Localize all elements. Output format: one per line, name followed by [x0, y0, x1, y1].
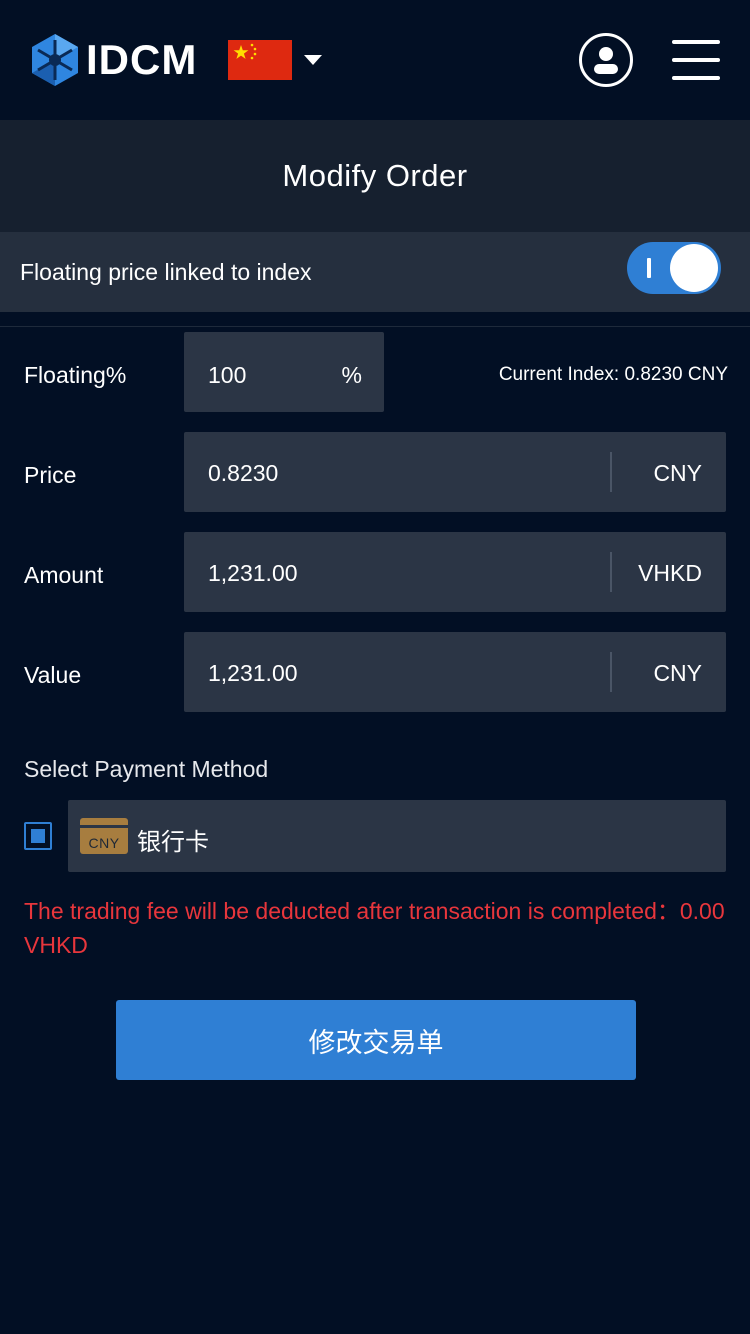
toggle-on-mark: [647, 258, 651, 278]
price-value: 0.8230: [208, 460, 279, 486]
page-title: Modify Order: [282, 158, 468, 193]
floating-price-row: Floating price linked to index: [0, 232, 750, 312]
amount-input[interactable]: 1,231.00 VHKD: [184, 532, 726, 612]
payment-method-label: Select Payment Method: [24, 756, 269, 782]
china-flag-icon[interactable]: [228, 40, 292, 80]
price-unit: CNY: [653, 460, 702, 486]
value-unit: CNY: [653, 660, 702, 686]
price-label: Price: [24, 462, 77, 488]
value-label: Value: [24, 662, 82, 688]
amount-value: 1,231.00: [208, 560, 298, 586]
field-separator: [610, 652, 612, 692]
field-separator: [610, 552, 612, 592]
trading-fee-note: The trading fee will be deducted after t…: [24, 898, 725, 958]
price-input[interactable]: 0.8230 CNY: [184, 432, 726, 512]
floating-price-toggle[interactable]: [627, 242, 721, 294]
brand-logo[interactable]: IDCM: [32, 34, 197, 86]
value-input[interactable]: 1,231.00 CNY: [184, 632, 726, 712]
amount-unit: VHKD: [638, 560, 702, 586]
payment-method-option[interactable]: CNY 银行卡: [68, 800, 726, 872]
current-index: Current Index: 0.8230 CNY: [498, 364, 728, 385]
user-account-icon[interactable]: [579, 33, 633, 87]
floating-percent-input[interactable]: 100 %: [184, 332, 384, 412]
value-value: 1,231.00: [208, 660, 298, 686]
floating-price-label: Floating price linked to index: [20, 258, 312, 285]
floating-percent-label: Floating%: [24, 362, 127, 388]
modify-order-button[interactable]: 修改交易单: [116, 1000, 636, 1080]
bank-card-icon: CNY: [80, 818, 128, 854]
payment-method-name: 银行卡: [137, 828, 209, 856]
amount-label: Amount: [24, 562, 104, 588]
brand-name: IDCM: [86, 36, 198, 83]
idcm-logo-icon: [32, 34, 78, 86]
caret-down-icon[interactable]: [304, 55, 322, 65]
payment-method-checkbox[interactable]: [24, 822, 52, 850]
floating-percent-value: 100: [208, 362, 247, 388]
divider: [0, 326, 750, 327]
field-separator: [610, 452, 612, 492]
toggle-knob: [670, 244, 718, 292]
hamburger-menu-icon[interactable]: [672, 40, 720, 80]
checkbox-checked-mark: [31, 829, 45, 843]
card-currency: CNY: [88, 835, 120, 851]
top-header: IDCM: [0, 0, 750, 120]
percent-unit: %: [341, 362, 362, 388]
page-title-bar: Modify Order: [0, 120, 750, 232]
